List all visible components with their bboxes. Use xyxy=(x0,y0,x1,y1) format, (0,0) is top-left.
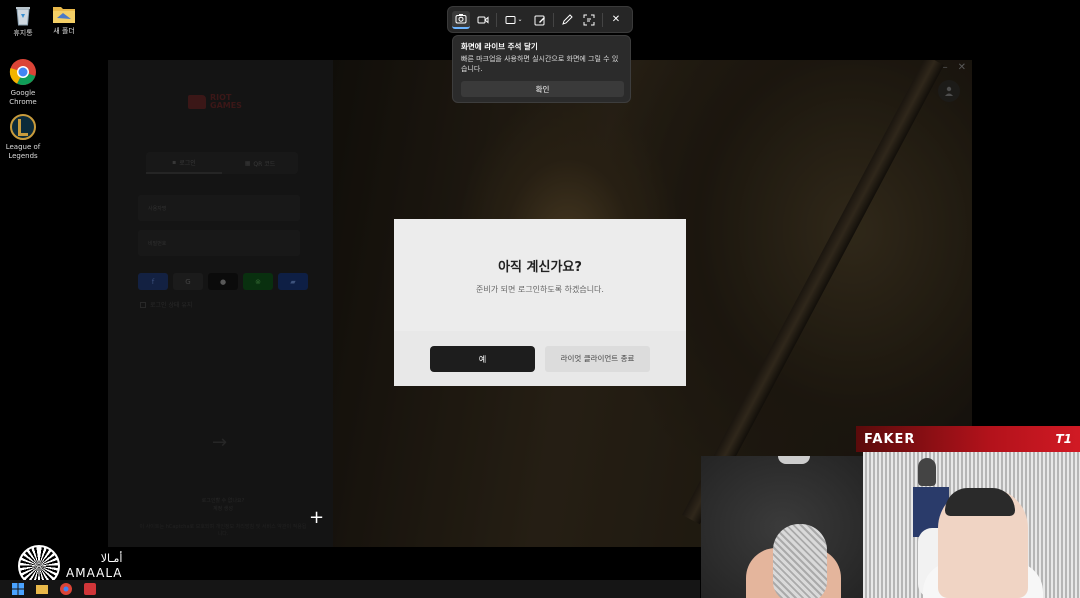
pen-icon xyxy=(562,13,573,25)
figurine xyxy=(918,458,936,486)
tooltip-ok-button[interactable]: 확인 xyxy=(461,81,624,97)
live-markup-tooltip: 화면에 라이브 주석 달기 빠른 마크업을 사용하면 실시간으로 화면에 그릴 … xyxy=(452,35,631,103)
league-of-legends-icon xyxy=(10,114,36,140)
sponsor-arabic-text: أمـالا xyxy=(100,552,123,565)
desktop-icon-chrome[interactable]: Google Chrome xyxy=(0,58,46,107)
desktop-icon-new-folder[interactable]: 새 폴더 xyxy=(41,4,87,36)
text-recognition-button[interactable] xyxy=(580,11,598,29)
streamer-hair xyxy=(945,488,1015,516)
hand-camera-feed xyxy=(701,456,863,598)
mouse-top xyxy=(778,456,810,464)
desktop-icon-label: League of Legends xyxy=(5,143,41,160)
crosshair-cursor-icon: + xyxy=(309,507,325,528)
desktop-icon-league-of-legends[interactable]: League of Legends xyxy=(0,114,46,161)
rectangle-snip-icon xyxy=(505,15,516,24)
windows-start-icon[interactable] xyxy=(12,583,24,595)
toolbar-separator xyxy=(553,12,554,27)
chevron-down-icon: ⌄ xyxy=(517,16,523,23)
close-toolbar-button[interactable]: ✕ xyxy=(607,11,625,29)
live-markup-button[interactable] xyxy=(531,11,549,29)
gaming-mouse xyxy=(773,524,827,598)
riot-client-taskbar-icon[interactable] xyxy=(84,583,96,595)
snip-shape-dropdown[interactable]: ⌄ xyxy=(501,11,527,29)
face-camera-feed xyxy=(863,452,1080,598)
chrome-taskbar-icon[interactable] xyxy=(60,583,72,595)
dialog-title: 아직 계신가요? xyxy=(498,260,582,275)
t1-logo-icon: T1 xyxy=(1055,432,1072,446)
dialog-body xyxy=(394,219,686,331)
taskbar xyxy=(0,580,700,598)
yes-button[interactable]: 예 xyxy=(430,346,535,372)
streamer-banner: FAKER T1 xyxy=(856,426,1080,452)
file-explorer-icon[interactable] xyxy=(36,583,48,595)
tooltip-body: 빠른 마크업을 사용하면 실시간으로 화면에 그릴 수 있습니다. xyxy=(461,55,619,73)
tooltip-title: 화면에 라이브 주석 달기 xyxy=(461,42,538,51)
toolbar-separator xyxy=(602,12,603,27)
screenshot-mode-button[interactable] xyxy=(452,10,470,29)
desktop-icon-label: 휴지통 xyxy=(13,29,33,37)
chrome-icon xyxy=(9,59,36,86)
sponsor-latin-text: AMAALA xyxy=(66,566,123,580)
close-icon: ✕ xyxy=(611,14,621,25)
snipping-toolbar: ⌄ ✕ xyxy=(447,6,633,33)
video-camera-icon xyxy=(477,15,489,24)
dialog-message: 준비가 되면 로그인하도록 하겠습니다. xyxy=(476,285,604,294)
quit-client-button[interactable]: 라이엇 클라이언트 종료 xyxy=(545,346,650,372)
video-mode-button[interactable] xyxy=(474,11,492,29)
toolbar-separator xyxy=(496,12,497,27)
pen-button[interactable] xyxy=(558,11,576,29)
streamer-name: FAKER xyxy=(864,431,916,447)
desktop-icon-label: Google Chrome xyxy=(9,89,37,106)
still-there-dialog: 아직 계신가요? 준비가 되면 로그인하도록 하겠습니다. 예 라이엇 클라이언… xyxy=(394,219,686,386)
desktop-icon-recycle-bin[interactable]: 휴지통 xyxy=(0,4,46,38)
desktop-icon-label: 새 폴더 xyxy=(53,27,75,35)
markup-icon xyxy=(534,15,545,25)
recycle-bin-icon xyxy=(16,7,30,26)
folder-icon xyxy=(53,7,75,23)
scan-text-icon xyxy=(583,14,595,25)
camera-icon xyxy=(455,14,467,24)
